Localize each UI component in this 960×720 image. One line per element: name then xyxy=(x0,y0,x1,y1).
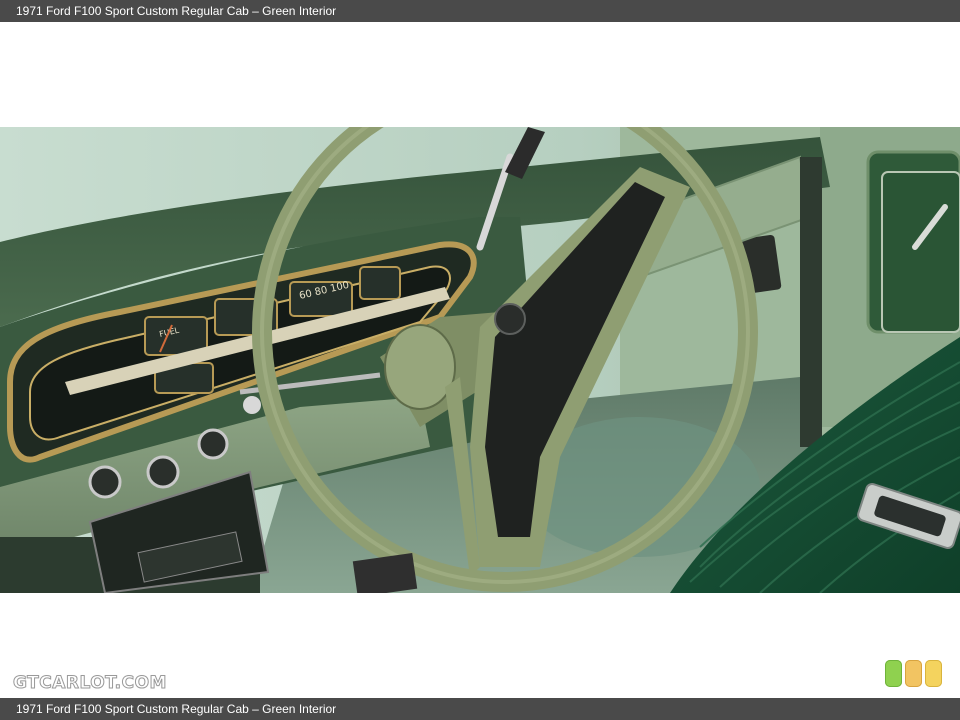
traffic-light-icon xyxy=(885,660,945,688)
interior-photo: 60 80 100 FUEL xyxy=(0,127,960,593)
rating-light-orange xyxy=(905,660,922,687)
photo-caption-footer: 1971 Ford F100 Sport Custom Regular Cab … xyxy=(16,702,337,716)
rating-light-green xyxy=(885,660,902,687)
rating-light-yellow xyxy=(925,660,942,687)
gtcarlot-logo[interactable]: GTCARLOT.COM xyxy=(13,673,167,694)
photo-caption: 1971 Ford F100 Sport Custom Regular Cab … xyxy=(16,4,337,18)
top-caption-bar: 1971 Ford F100 Sport Custom Regular Cab … xyxy=(0,0,960,22)
bottom-caption-bar: 1971 Ford F100 Sport Custom Regular Cab … xyxy=(0,698,960,720)
